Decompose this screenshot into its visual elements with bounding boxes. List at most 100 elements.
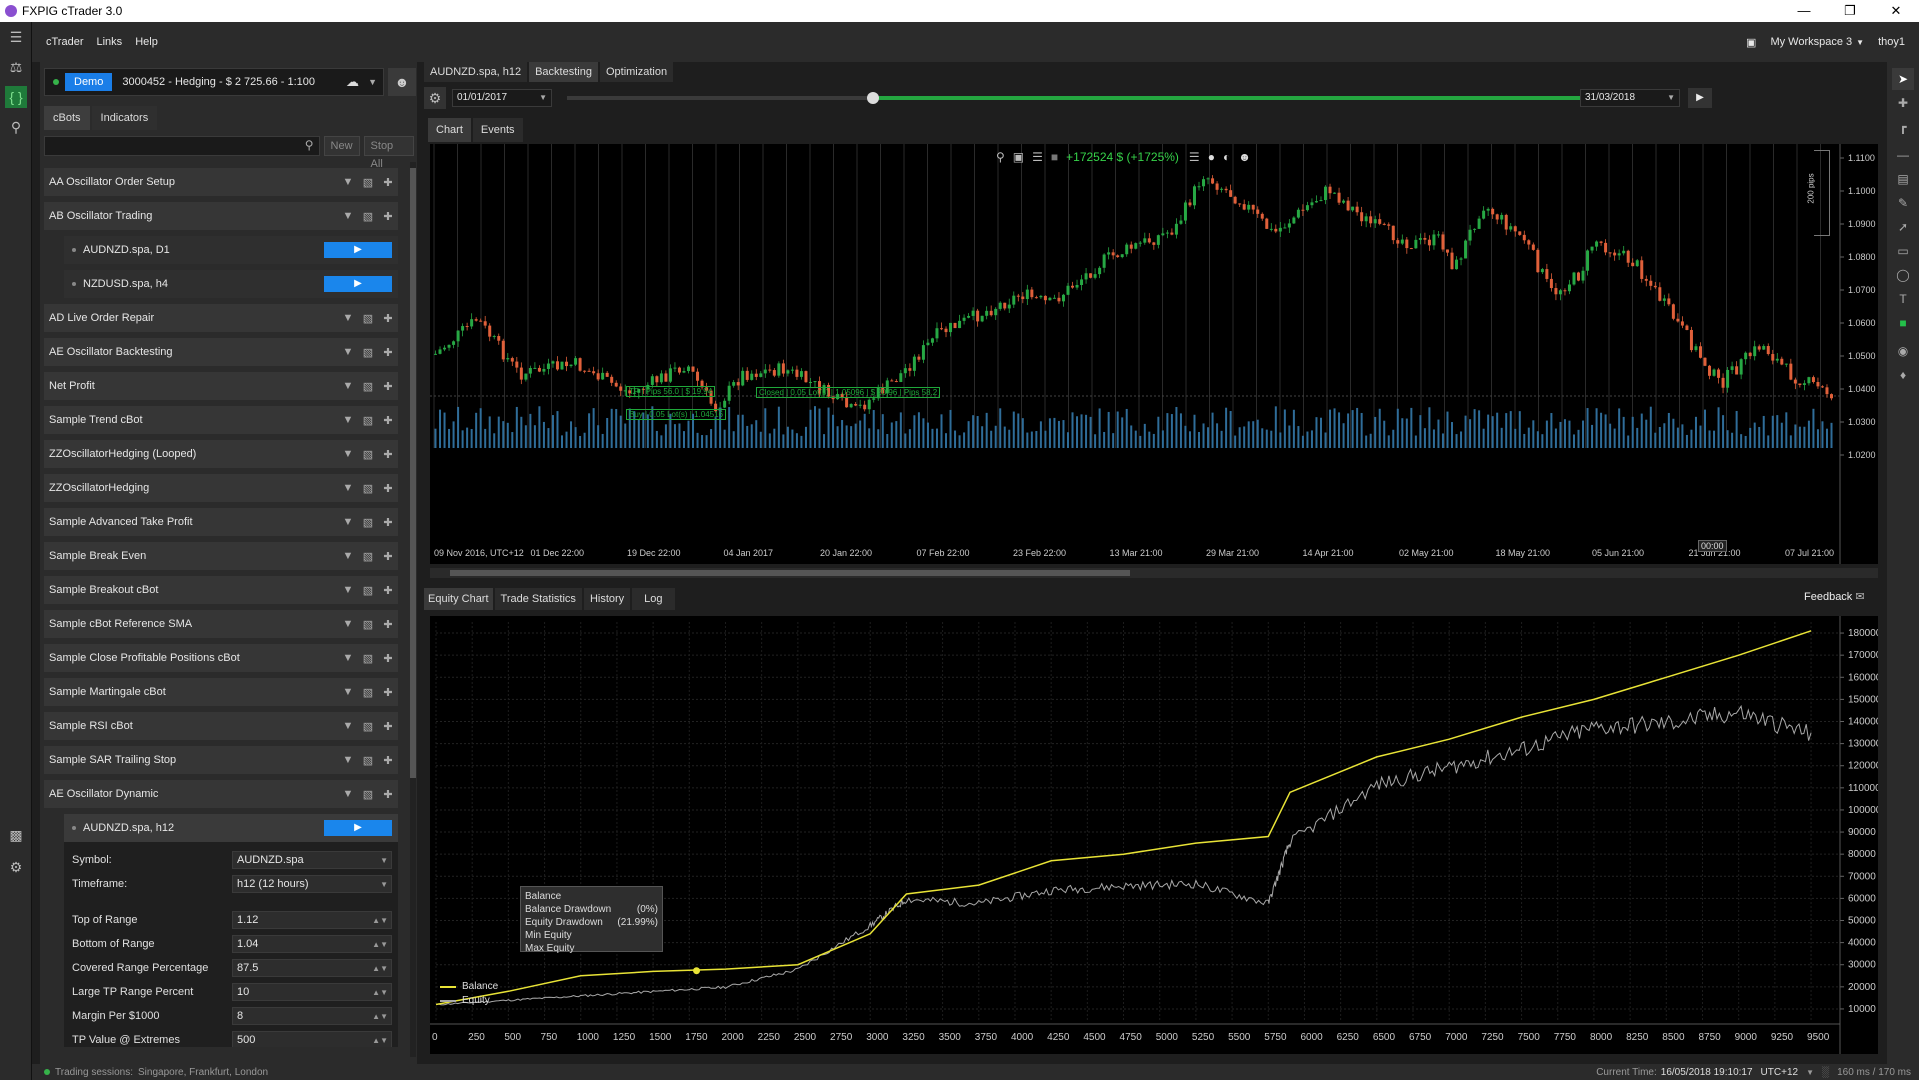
- chevron-down-icon[interactable]: ▼: [368, 77, 377, 87]
- top-of-range-stepper[interactable]: 1.12 ▲▼: [232, 911, 392, 929]
- tab-trade-statistics[interactable]: Trade Statistics: [494, 588, 582, 610]
- instance-item[interactable]: NZDUSD.spa, h4 ▶: [64, 270, 398, 298]
- timezone-selector[interactable]: UTC+12: [1761, 1067, 1799, 1078]
- chevron-down-icon[interactable]: ▼: [338, 584, 358, 596]
- list-item[interactable]: AB Oscillator Trading ▼ ▧ ✚: [44, 202, 398, 230]
- color-swatch-icon[interactable]: ■: [1892, 312, 1914, 334]
- chevron-down-icon[interactable]: ▼: [338, 618, 358, 630]
- instances-icon[interactable]: ▧: [358, 652, 378, 665]
- trade-app-icon[interactable]: ⚖: [5, 56, 27, 78]
- add-instance-icon[interactable]: ✚: [378, 584, 398, 597]
- ruler-icon[interactable]: ┏: [1892, 116, 1914, 138]
- chevron-down-icon[interactable]: ▼: [338, 550, 358, 562]
- instance-item[interactable]: AUDNZD.spa, D1 ▶: [64, 236, 398, 264]
- instances-icon[interactable]: ▧: [358, 584, 378, 597]
- instances-icon[interactable]: ▧: [358, 380, 378, 393]
- fibonacci-icon[interactable]: ▤: [1892, 168, 1914, 190]
- trade-icon[interactable]: ■: [1051, 150, 1058, 164]
- trendline-icon[interactable]: ➚: [1892, 216, 1914, 238]
- end-date-picker[interactable]: 31/03/2018 ▼: [1580, 89, 1680, 107]
- equity-chart[interactable]: 180000 170000 160000 150000 140000 130000 1200…: [430, 616, 1878, 1054]
- list-item[interactable]: Sample Breakout cBot ▼ ▧ ✚: [44, 576, 398, 604]
- add-instance-icon[interactable]: ✚: [378, 482, 398, 495]
- slider-start-handle[interactable]: [867, 92, 879, 104]
- zoom-icon[interactable]: ⚲: [996, 150, 1005, 164]
- add-instance-icon[interactable]: ✚: [378, 516, 398, 529]
- screenshot-icon[interactable]: ▣: [1013, 150, 1024, 164]
- instances-icon[interactable]: ▧: [358, 482, 378, 495]
- add-instance-icon[interactable]: ✚: [378, 346, 398, 359]
- chevron-down-icon[interactable]: ▼: [338, 754, 358, 766]
- add-instance-icon[interactable]: ✚: [378, 618, 398, 631]
- list-item[interactable]: Sample Break Even ▼ ▧ ✚: [44, 542, 398, 570]
- instance-item[interactable]: AUDNZD.spa, h12 ▶: [64, 814, 398, 842]
- instances-icon[interactable]: ▧: [358, 176, 378, 189]
- people-icon[interactable]: ☻: [1238, 150, 1251, 164]
- chevron-down-icon[interactable]: ▼: [338, 482, 358, 494]
- price-chart[interactable]: 1.1100 1.1000 1.0900 1.0800 1.0700 1.0600 1.05…: [430, 144, 1878, 564]
- eye-icon[interactable]: ◉: [1892, 340, 1914, 362]
- add-instance-icon[interactable]: ✚: [378, 754, 398, 767]
- add-instance-icon[interactable]: ✚: [378, 448, 398, 461]
- automate-app-icon[interactable]: { }: [5, 86, 27, 108]
- timeframe-select[interactable]: h12 (12 hours) ▼: [232, 875, 392, 893]
- layout-icon[interactable]: ▣: [1746, 36, 1756, 49]
- chevron-down-icon[interactable]: ▼: [338, 720, 358, 732]
- chevron-down-icon[interactable]: ▼: [338, 210, 358, 222]
- tab-log[interactable]: Log: [632, 588, 675, 610]
- user-name[interactable]: thoy1: [1878, 36, 1905, 48]
- chevron-down-icon[interactable]: ▼: [338, 788, 358, 800]
- list-item[interactable]: Sample cBot Reference SMA ▼ ▧ ✚: [44, 610, 398, 638]
- add-instance-icon[interactable]: ✚: [378, 788, 398, 801]
- instances-icon[interactable]: ▧: [358, 448, 378, 461]
- margin-stepper[interactable]: 8 ▲▼: [232, 1007, 392, 1025]
- scrollbar-thumb[interactable]: [410, 168, 416, 778]
- tab-cbots[interactable]: cBots: [44, 106, 90, 130]
- user-profile-icon[interactable]: ☻: [388, 68, 416, 96]
- indicator-list-icon[interactable]: ☰: [1189, 150, 1200, 164]
- add-instance-icon[interactable]: ✚: [378, 176, 398, 189]
- instances-icon[interactable]: ▧: [358, 550, 378, 563]
- chevron-down-icon[interactable]: ▼: [1806, 1068, 1814, 1077]
- play-icon[interactable]: ▶: [324, 820, 392, 836]
- symbol-select[interactable]: AUDNZD.spa ▼: [232, 851, 392, 869]
- instances-icon[interactable]: ▧: [358, 414, 378, 427]
- chevron-down-icon[interactable]: ▼: [338, 176, 358, 188]
- add-instance-icon[interactable]: ✚: [378, 550, 398, 563]
- horizontal-line-icon[interactable]: —: [1892, 144, 1914, 166]
- scrollbar-thumb[interactable]: [450, 570, 1130, 576]
- instances-icon[interactable]: ▧: [358, 720, 378, 733]
- minimize-icon[interactable]: —: [1781, 0, 1827, 22]
- play-icon[interactable]: ▶: [324, 242, 392, 258]
- chevron-down-icon[interactable]: ▼: [338, 312, 358, 324]
- menu-help[interactable]: Help: [135, 36, 158, 48]
- cbot-list-scrollbar[interactable]: [410, 162, 416, 1057]
- list-item[interactable]: Sample Trend cBot ▼ ▧ ✚: [44, 406, 398, 434]
- large-tp-stepper[interactable]: 10 ▲▼: [232, 983, 392, 1001]
- pen-icon[interactable]: ✎: [1892, 192, 1914, 214]
- sentiment-icon[interactable]: ◐: [1223, 150, 1230, 164]
- start-date-picker[interactable]: 01/01/2017 ▼: [452, 89, 552, 107]
- chevron-down-icon[interactable]: ▼: [338, 448, 358, 460]
- list-item[interactable]: AD Live Order Repair ▼ ▧ ✚: [44, 304, 398, 332]
- backtest-settings-gear-icon[interactable]: ⚙: [424, 87, 446, 109]
- start-backtest-play-icon[interactable]: ▶: [1688, 88, 1712, 108]
- add-instance-icon[interactable]: ✚: [378, 210, 398, 223]
- list-item[interactable]: AA Oscillator Order Setup ▼ ▧ ✚: [44, 168, 398, 196]
- chevron-down-icon[interactable]: ▼: [338, 380, 358, 392]
- chevron-down-icon[interactable]: ▼: [338, 686, 358, 698]
- chevron-down-icon[interactable]: ▼: [338, 516, 358, 528]
- add-instance-icon[interactable]: ✚: [378, 720, 398, 733]
- covered-range-stepper[interactable]: 87.5 ▲▼: [232, 959, 392, 977]
- instances-icon[interactable]: ▧: [358, 210, 378, 223]
- add-instance-icon[interactable]: ✚: [378, 652, 398, 665]
- tab-indicators[interactable]: Indicators: [91, 106, 158, 130]
- feedback-button[interactable]: Feedback ✉: [1804, 590, 1865, 603]
- analyze-app-icon[interactable]: ⚲: [5, 116, 27, 138]
- instances-icon[interactable]: ▧: [358, 788, 378, 801]
- instances-icon[interactable]: ▧: [358, 618, 378, 631]
- list-item[interactable]: AE Oscillator Backtesting ▼ ▧ ✚: [44, 338, 398, 366]
- chart-horizontal-scrollbar[interactable]: [430, 568, 1878, 578]
- tab-backtesting[interactable]: Backtesting: [529, 62, 598, 82]
- list-item[interactable]: ZZOscillatorHedging ▼ ▧ ✚: [44, 474, 398, 502]
